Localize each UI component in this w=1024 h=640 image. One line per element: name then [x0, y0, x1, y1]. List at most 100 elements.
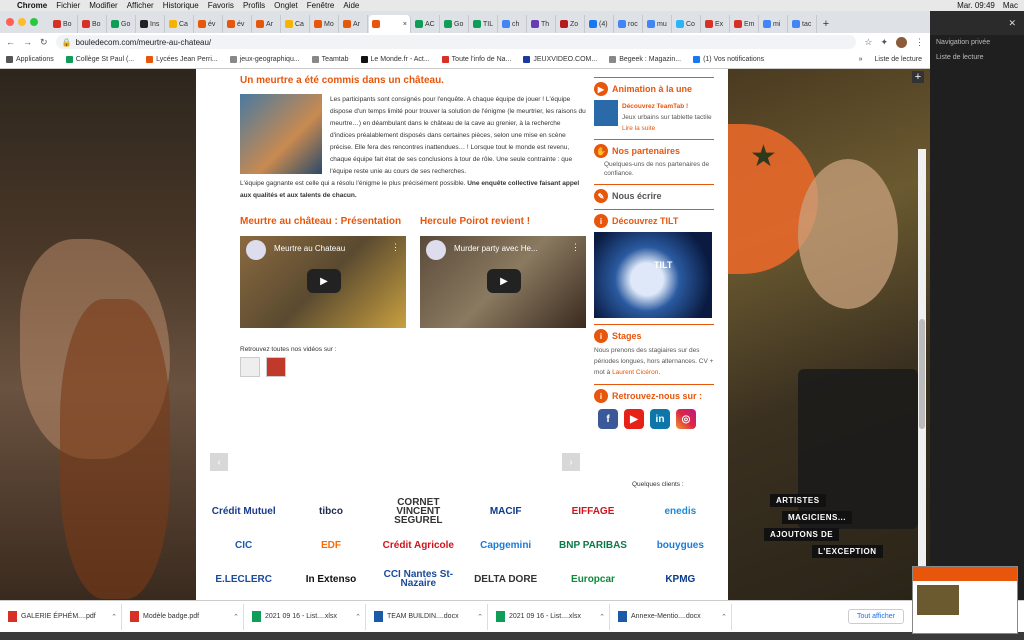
forward-icon[interactable]: → — [23, 37, 32, 47]
stages-contact-link[interactable]: Laurent Cicéron — [612, 369, 658, 376]
chevron-up-icon[interactable]: ⌃ — [355, 613, 361, 621]
menu-chrome[interactable]: Chrome — [17, 1, 47, 10]
menu-onglet[interactable]: Onglet — [274, 1, 298, 10]
tab[interactable]: TIL — [470, 15, 498, 33]
teamtab-logo[interactable] — [594, 100, 618, 126]
close-icon[interactable]: ✕ — [930, 11, 1024, 35]
address-bar[interactable]: 🔒 bouledecom.com/meurtre-au-chateau/ — [55, 35, 857, 49]
tab[interactable]: Ins — [137, 15, 165, 33]
tab[interactable]: Go — [108, 15, 136, 33]
bookmark-item[interactable]: Teamtab — [311, 56, 349, 63]
reading-list-button[interactable]: Liste de lecture — [875, 56, 930, 63]
chevron-up-icon[interactable]: ⌃ — [599, 613, 605, 621]
tab[interactable]: mi — [760, 15, 788, 33]
tab[interactable]: AC — [412, 15, 440, 33]
teamtab-title[interactable]: Découvrez TeamTab ! — [622, 102, 712, 111]
video-platform-icon[interactable] — [240, 357, 260, 377]
linkedin-icon[interactable]: in — [650, 409, 670, 429]
facebook-icon[interactable]: f — [598, 409, 618, 429]
chevron-up-icon[interactable]: ⌃ — [477, 613, 483, 621]
tab[interactable]: mu — [644, 15, 672, 33]
tab[interactable]: Mo — [311, 15, 339, 33]
new-tab-button[interactable]: + — [818, 15, 834, 33]
profile-avatar[interactable] — [896, 36, 907, 48]
scrollbar-thumb[interactable] — [919, 319, 925, 429]
plus-icon[interactable]: + — [912, 71, 924, 83]
tab[interactable]: év — [224, 15, 252, 33]
bookmark-star-icon[interactable]: ☆ — [864, 37, 872, 48]
chevron-up-icon[interactable]: ⌃ — [721, 613, 727, 621]
bookmarks-overflow-icon[interactable]: » — [859, 56, 863, 63]
tab[interactable]: Ar — [340, 15, 368, 33]
chevron-up-icon[interactable]: ⌃ — [111, 613, 117, 621]
reload-icon[interactable]: ↻ — [40, 37, 48, 48]
tab[interactable]: Ar — [253, 15, 281, 33]
video-menu-icon[interactable]: ⋮ — [391, 242, 400, 253]
show-all-downloads-button[interactable]: Tout afficher — [847, 609, 904, 624]
tab-active[interactable]: × — [369, 15, 411, 33]
menu-profils[interactable]: Profils — [243, 1, 265, 10]
download-item[interactable]: Annexe-Mentio....docx ⌃ — [614, 603, 732, 630]
chevron-up-icon[interactable]: ⌃ — [233, 613, 239, 621]
write-title[interactable]: Nous écrire — [612, 191, 662, 201]
back-icon[interactable]: ← — [6, 37, 15, 47]
bookmark-item[interactable]: Toute l'info de Na... — [441, 56, 511, 63]
tab[interactable]: Ca — [282, 15, 310, 33]
minimize-window-button[interactable] — [18, 18, 26, 26]
play-icon[interactable]: ▶ — [487, 269, 521, 293]
tab[interactable]: Bo — [79, 15, 107, 33]
download-item[interactable]: Modèle badge.pdf ⌃ — [126, 603, 244, 630]
menu-kebab-icon[interactable]: ⋮ — [915, 37, 924, 48]
window-preview-thumbnail[interactable] — [912, 566, 1018, 634]
close-tab-icon[interactable]: × — [403, 21, 410, 28]
partners-title[interactable]: Nos partenaires — [612, 146, 680, 156]
tab[interactable]: Co — [673, 15, 701, 33]
tab[interactable]: roc — [615, 15, 643, 33]
tab[interactable]: Go — [441, 15, 469, 33]
play-icon[interactable]: ▶ — [307, 269, 341, 293]
tab[interactable]: Th — [528, 15, 556, 33]
bookmark-item[interactable]: Applications — [6, 56, 54, 63]
bookmark-item[interactable]: Collège St Paul (... — [65, 56, 134, 63]
page-scrollbar[interactable] — [918, 149, 926, 569]
tab[interactable]: Zo — [557, 15, 585, 33]
maximize-window-button[interactable] — [30, 18, 38, 26]
bookmark-item[interactable]: Lycées Jean Perri... — [146, 56, 218, 63]
reading-list-label[interactable]: Liste de lecture — [930, 50, 1024, 65]
bookmark-item[interactable]: Le Monde.fr - Act... — [360, 56, 430, 63]
youtube-icon[interactable] — [266, 357, 286, 377]
download-item[interactable]: 2021 09 16 - List....xlsx ⌃ — [492, 603, 610, 630]
tab[interactable]: Ca — [166, 15, 194, 33]
teamtab-read-more-link[interactable]: Lire la suite — [622, 124, 712, 133]
tilt-banner[interactable]: TILT — [594, 232, 712, 318]
youtube-icon[interactable]: ▶ — [624, 409, 644, 429]
menu-fichier[interactable]: Fichier — [56, 1, 80, 10]
bookmark-item[interactable]: jeux-geographiqu... — [229, 56, 300, 63]
menu-aide[interactable]: Aide — [343, 1, 359, 10]
tab[interactable]: év — [195, 15, 223, 33]
tab[interactable]: Ex — [702, 15, 730, 33]
bookmark-item[interactable]: (1) Vos notifications — [693, 56, 764, 63]
download-item[interactable]: TEAM BUILDIN....docx ⌃ — [370, 603, 488, 630]
tab[interactable]: tac — [789, 15, 817, 33]
video-menu-icon[interactable]: ⋮ — [571, 242, 580, 253]
menu-historique[interactable]: Historique — [163, 1, 199, 10]
menu-modifier[interactable]: Modifier — [89, 1, 117, 10]
carousel-next-button[interactable]: › — [562, 453, 580, 471]
carousel-prev-button[interactable]: ‹ — [210, 453, 228, 471]
close-window-button[interactable] — [6, 18, 14, 26]
instagram-icon[interactable]: ◎ — [676, 409, 696, 429]
video-player[interactable]: Murder party avec He... ⋮ ▶ — [420, 236, 586, 328]
video-player[interactable]: Meurtre au Chateau ⋮ ▶ — [240, 236, 406, 328]
menu-afficher[interactable]: Afficher — [127, 1, 154, 10]
extensions-icon[interactable]: ✦ — [880, 37, 888, 48]
tab[interactable]: ch — [499, 15, 527, 33]
user-name[interactable]: Mac — [1003, 1, 1018, 10]
tab[interactable]: (4) — [586, 15, 614, 33]
download-item[interactable]: 2021 09 16 - List....xlsx ⌃ — [248, 603, 366, 630]
download-item[interactable]: GALERIE ÉPHÉM....pdf ⌃ — [4, 603, 122, 630]
menu-favoris[interactable]: Favoris — [208, 1, 234, 10]
bookmark-item[interactable]: Begeek : Magazin... — [609, 56, 681, 63]
menu-fenetre[interactable]: Fenêtre — [307, 1, 335, 10]
tab[interactable]: Em — [731, 15, 759, 33]
